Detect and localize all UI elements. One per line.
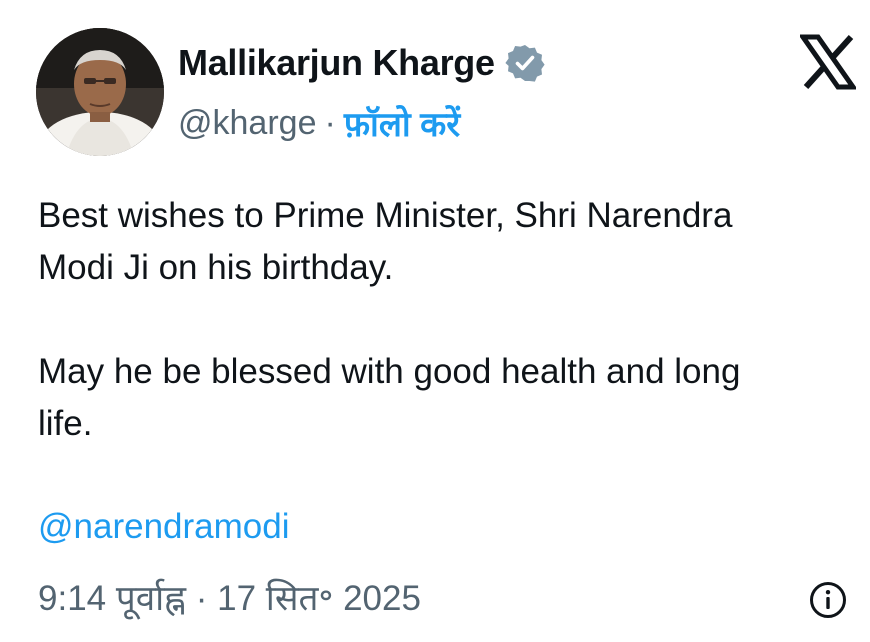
author-name-row: Mallikarjun Kharge: [178, 42, 545, 84]
separator-dot: ·: [324, 103, 336, 142]
x-logo-icon[interactable]: [800, 34, 856, 90]
tweet-line: May he be blessed with good health and l…: [38, 352, 741, 391]
verified-badge-icon[interactable]: [505, 43, 545, 83]
avatar[interactable]: [36, 28, 164, 156]
tweet-line: Modi Ji on his birthday.: [38, 248, 394, 287]
info-icon[interactable]: [808, 580, 848, 620]
author-handle[interactable]: @kharge: [178, 104, 316, 143]
follow-button[interactable]: फ़ॉलो करें: [344, 100, 460, 146]
tweet-timestamp[interactable]: 9:14 पूर्वाह्न · 17 सित॰ 2025: [38, 575, 421, 623]
tweet-text: Best wishes to Prime Minister, Shri Nare…: [38, 190, 838, 450]
profile-photo: [36, 28, 164, 156]
mention-link[interactable]: @narendramodi: [38, 503, 290, 551]
tweet-line: life.: [38, 404, 93, 443]
author-name[interactable]: Mallikarjun Kharge: [178, 42, 495, 84]
author-handle-row: @kharge · फ़ॉलो करें: [178, 100, 460, 146]
tweet-line: Best wishes to Prime Minister, Shri Nare…: [38, 196, 733, 235]
